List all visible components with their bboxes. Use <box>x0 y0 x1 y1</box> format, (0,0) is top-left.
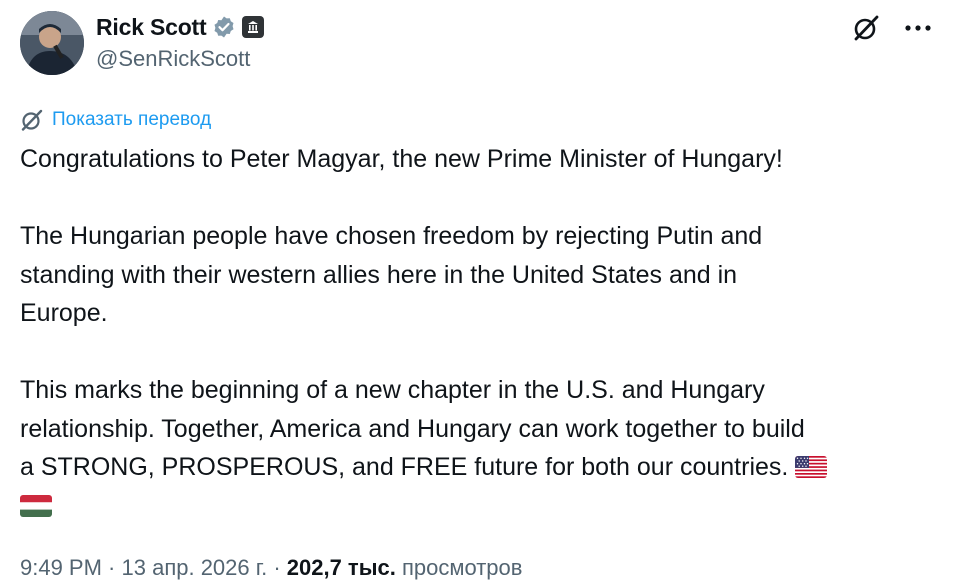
paragraph-3-line-2: relationship. Together, America and Hung… <box>20 414 805 443</box>
tweet-meta: 9:49 PM · 13 апр. 2026 г. · 202,7 тыс. п… <box>20 555 522 581</box>
views-label: просмотров <box>395 555 523 580</box>
flag-us-icon <box>795 456 828 478</box>
tweet-text: Congratulations to Peter Magyar, the new… <box>20 140 940 525</box>
paragraph-1: Congratulations to Peter Magyar, the new… <box>20 145 783 173</box>
tweet-date[interactable]: 13 апр. 2026 г. <box>122 555 268 580</box>
display-name[interactable]: Rick Scott <box>96 14 207 41</box>
government-building-icon[interactable] <box>242 16 265 38</box>
paragraph-3-line-3-row: a STRONG, PROSPEROUS, and FREE future fo… <box>20 448 940 487</box>
flag-hungary-icon <box>20 494 52 517</box>
paragraph-2-line-3: Europe. <box>20 299 108 327</box>
translate-icon <box>21 109 43 131</box>
views-count: 202,7 тыс. <box>286 555 396 580</box>
meta-separator: · <box>101 555 122 580</box>
tweet: Rick Scott @SenRickScott Показать перево… <box>0 0 960 583</box>
show-translation-link[interactable]: Показать перевод <box>20 108 211 132</box>
top-actions <box>850 12 934 44</box>
paragraph-3-line-3: a STRONG, PROSPEROUS, and FREE future fo… <box>20 453 789 481</box>
verified-badge-icon[interactable] <box>212 15 236 39</box>
translate-label: Показать перевод <box>52 109 212 130</box>
author-name-row: Rick Scott <box>96 12 265 42</box>
paragraph-3-line-1: This marks the beginning of a new chapte… <box>20 376 765 404</box>
avatar[interactable] <box>20 11 84 75</box>
grok-icon[interactable] <box>850 12 882 44</box>
tweet-time[interactable]: 9:49 PM <box>20 555 102 580</box>
flag-row <box>20 487 940 526</box>
paragraph-2-line-1: The Hungarian people have chosen freedom… <box>20 222 763 250</box>
more-icon[interactable] <box>902 12 934 44</box>
author-handle[interactable]: @SenRickScott <box>96 46 250 72</box>
meta-separator: · <box>267 555 287 580</box>
paragraph-2-line-2: standing with their western allies here … <box>20 260 738 289</box>
